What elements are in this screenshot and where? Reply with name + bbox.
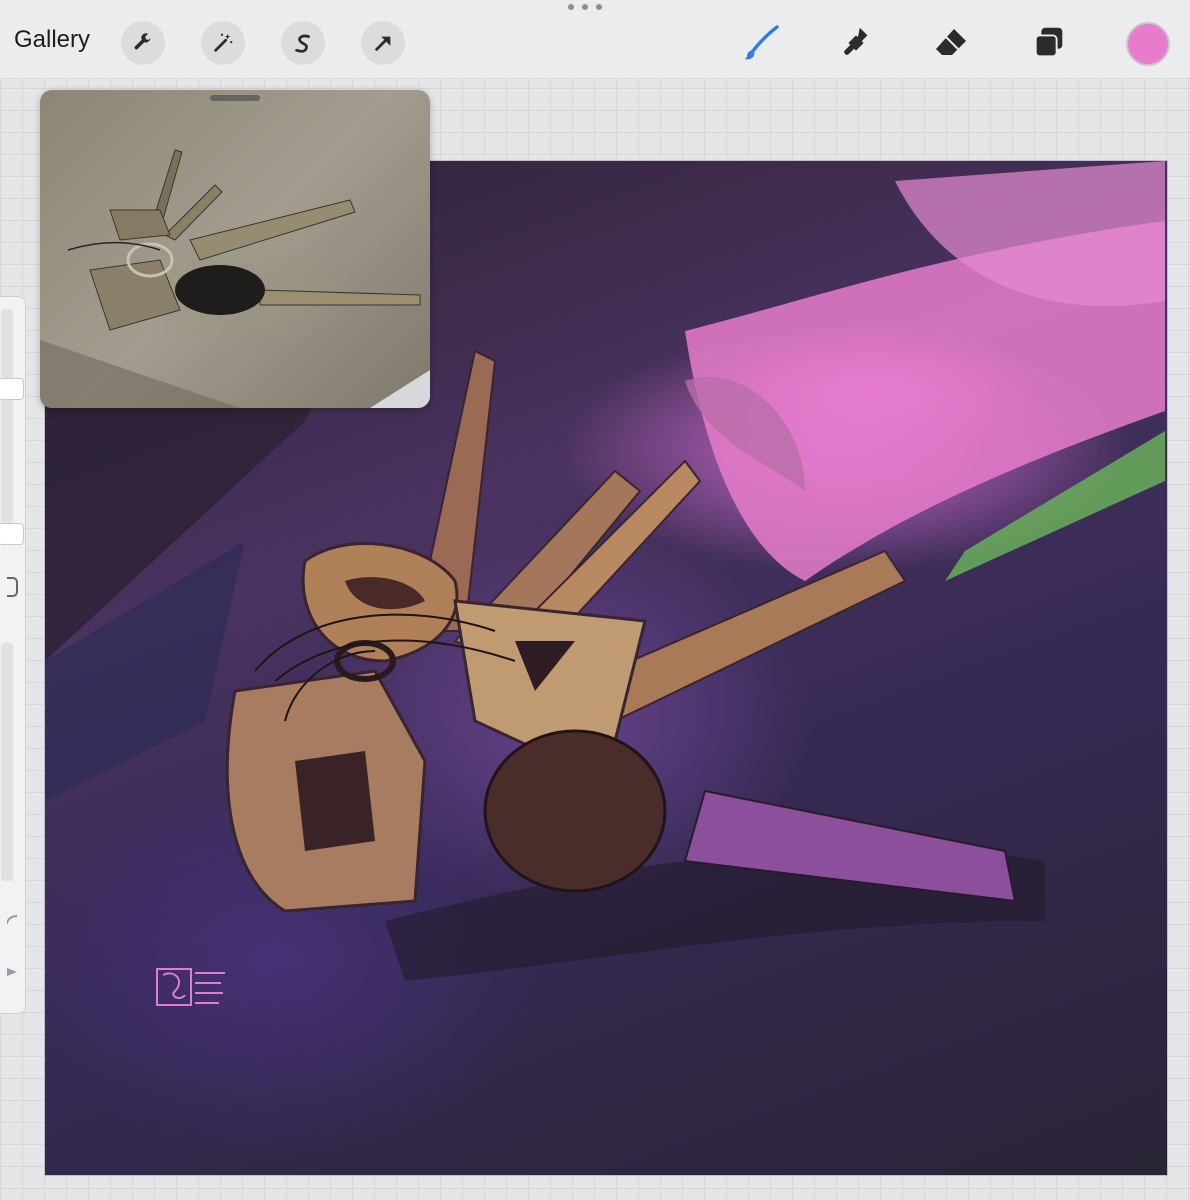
top-toolbar: Gallery: [0, 0, 1190, 79]
eraser-icon: [936, 29, 966, 55]
artist-signature: [156, 968, 225, 1006]
photo-key-4: [259, 289, 421, 306]
photo-key-3: [189, 199, 356, 261]
left-sidebar: [0, 296, 26, 1014]
brush-size-thumb[interactable]: [0, 378, 24, 401]
redo-icon: [7, 968, 17, 976]
modify-button[interactable]: [0, 572, 19, 602]
photo-black-key-head: [175, 265, 265, 315]
magic-wand-icon: [214, 33, 233, 52]
smudge-tool-button[interactable]: [833, 20, 879, 66]
brush-size-slider[interactable]: [1, 309, 13, 535]
photo-white-corner: [370, 370, 430, 408]
undo-button[interactable]: [0, 907, 19, 937]
square-outline-icon: [7, 577, 18, 597]
photo-key-head-2: [109, 209, 171, 241]
adjustments-button[interactable]: [201, 21, 245, 65]
transform-button[interactable]: [361, 21, 405, 65]
transform-arrow-icon: [375, 36, 391, 51]
actions-button[interactable]: [121, 21, 165, 65]
eraser-tool-button[interactable]: [929, 20, 975, 66]
selection-button[interactable]: [281, 21, 325, 65]
brush-icon: [744, 25, 779, 60]
photo-floor-shadow: [40, 340, 240, 408]
opacity-thumb[interactable]: [0, 523, 24, 546]
reference-window[interactable]: [40, 90, 430, 408]
wrench-icon: [134, 33, 151, 50]
selection-s-icon: [295, 34, 310, 53]
multitask-grabber[interactable]: [568, 2, 602, 12]
photo-key-2: [164, 184, 223, 241]
key-head-black: [483, 729, 667, 893]
layers-button[interactable]: [1026, 20, 1072, 66]
color-picker-button[interactable]: [1126, 22, 1170, 66]
gallery-button[interactable]: Gallery: [14, 26, 90, 54]
opacity-slider[interactable]: [1, 643, 13, 881]
layers-icon: [1034, 27, 1063, 58]
undo-icon: [7, 915, 18, 925]
brush-tool-button[interactable]: [738, 20, 784, 66]
smudge-icon: [844, 27, 868, 55]
reference-photo: [40, 149, 430, 408]
redo-button[interactable]: [0, 957, 19, 987]
key-square-hole: [295, 751, 375, 851]
